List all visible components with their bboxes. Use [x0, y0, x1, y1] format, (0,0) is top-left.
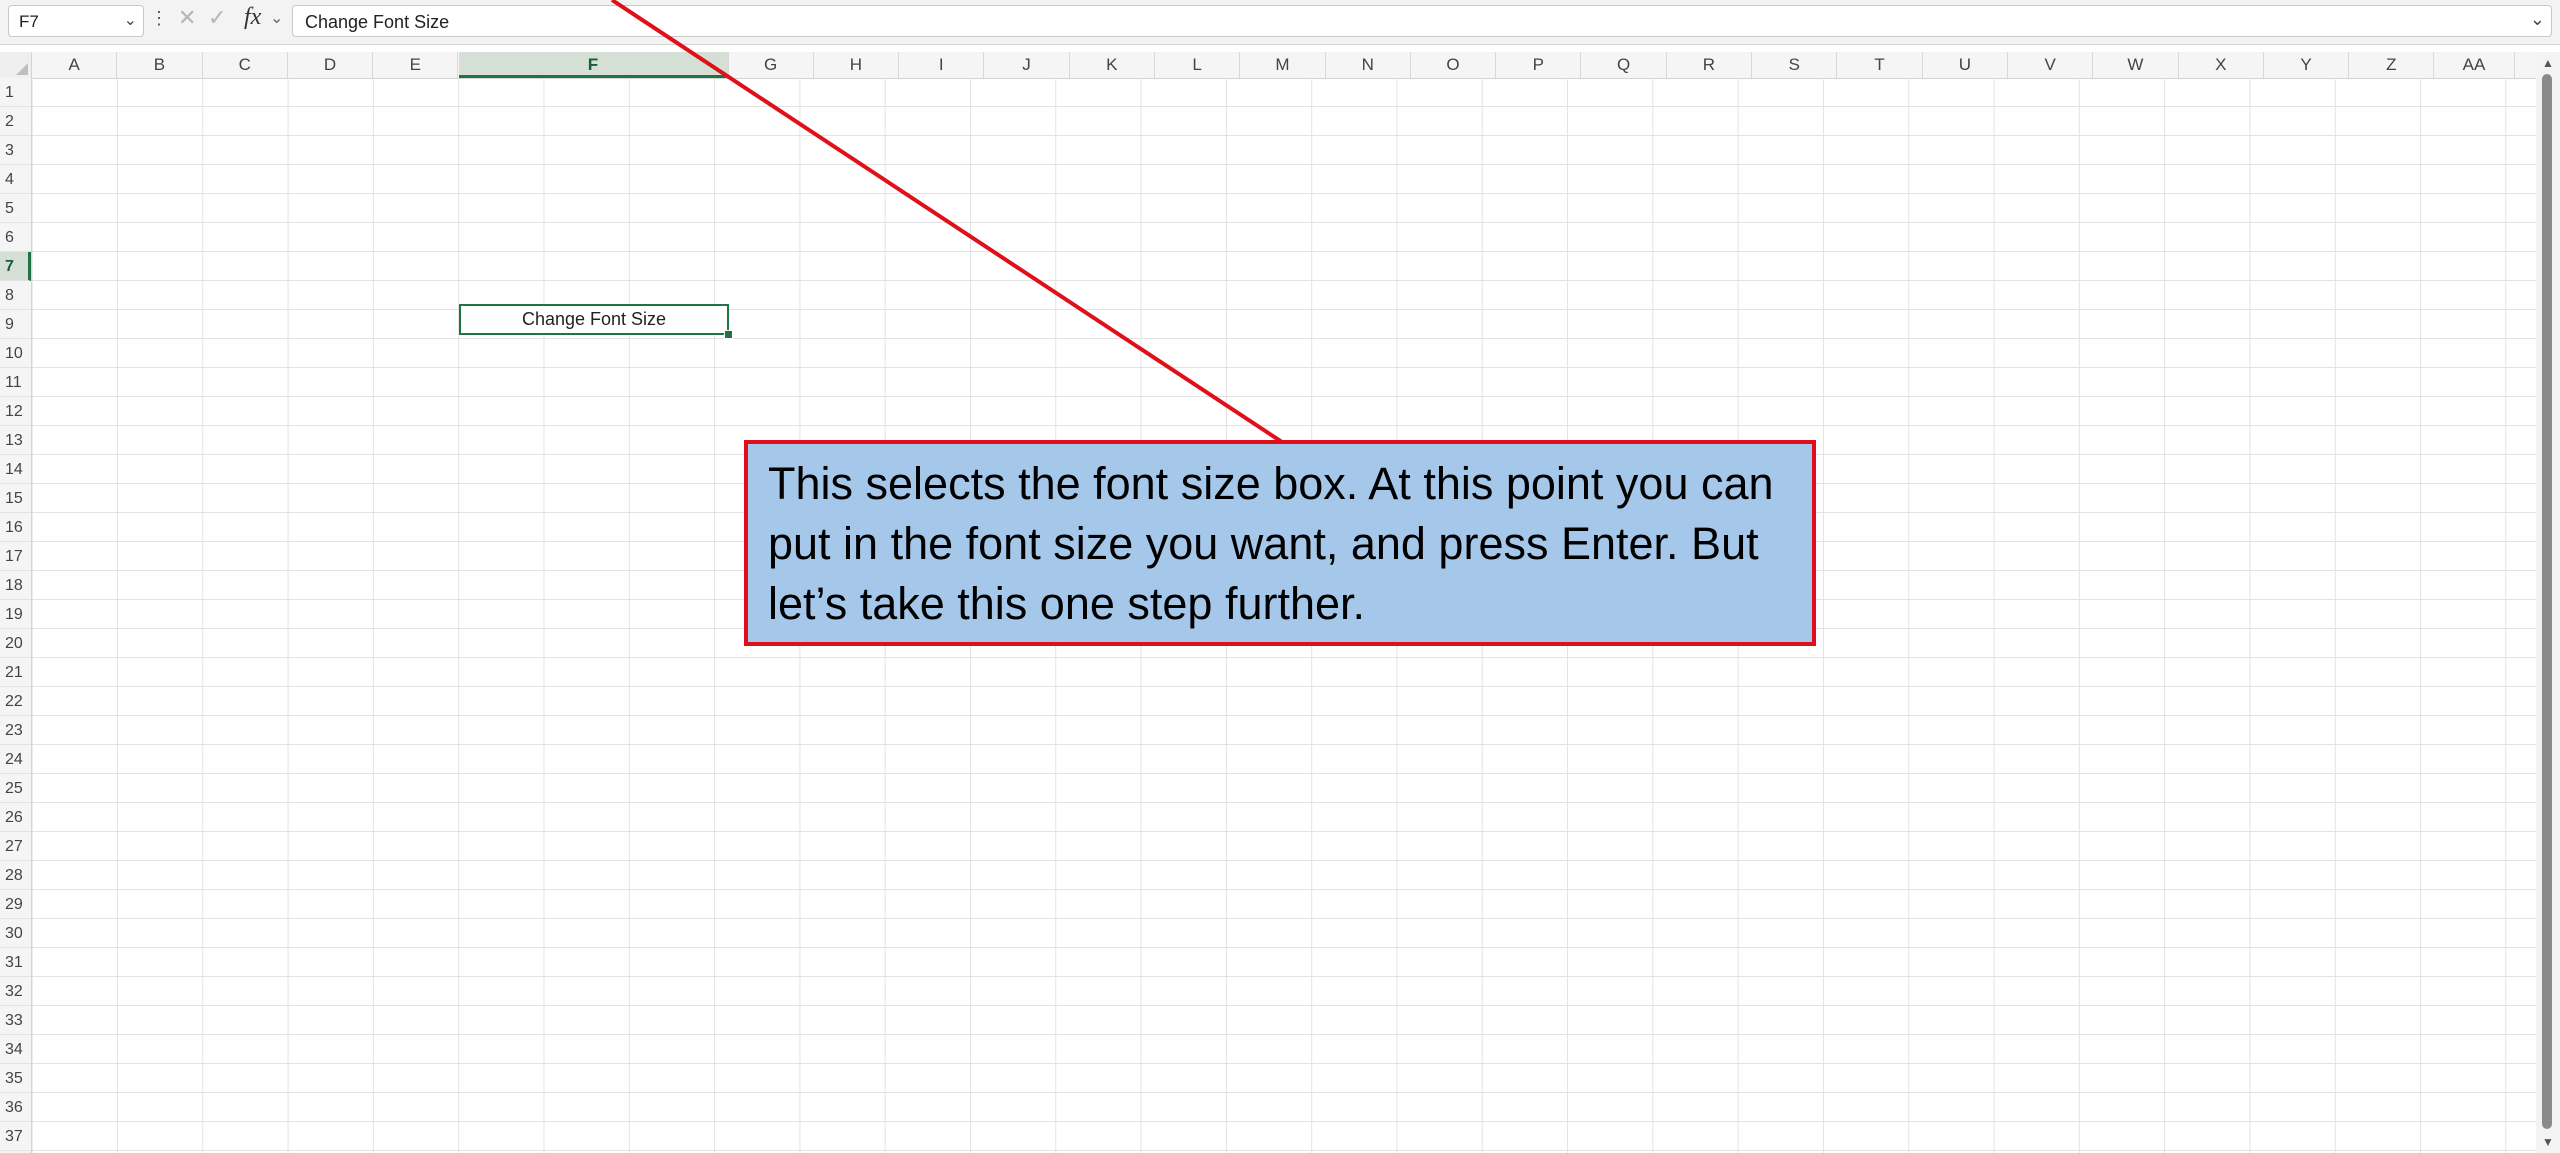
select-all-button[interactable] — [0, 52, 32, 78]
row-header-8[interactable]: 8 — [0, 281, 31, 310]
row-header-13[interactable]: 13 — [0, 426, 31, 455]
column-header-i[interactable]: I — [899, 52, 985, 78]
row-header-2[interactable]: 2 — [0, 107, 31, 136]
row-header-24[interactable]: 24 — [0, 745, 31, 774]
scroll-up-icon[interactable]: ▲ — [2542, 56, 2554, 70]
row-header-9[interactable]: 9 — [0, 310, 31, 339]
more-options-icon[interactable]: ⋮ — [150, 8, 168, 29]
row-header-37[interactable]: 37 — [0, 1122, 31, 1151]
row-header-28[interactable]: 28 — [0, 861, 31, 890]
column-header-m[interactable]: M — [1240, 52, 1326, 78]
formula-input-value: Change Font Size — [305, 12, 450, 32]
column-headers: A B C D E F G H I J K L M N O P Q R S T U V W X Y Z AA — [0, 52, 2536, 79]
column-header-e[interactable]: E — [373, 52, 459, 78]
row-header-19[interactable]: 19 — [0, 600, 31, 629]
scroll-down-icon[interactable]: ▼ — [2542, 1135, 2554, 1149]
row-header-10[interactable]: 10 — [0, 339, 31, 368]
row-header-27[interactable]: 27 — [0, 832, 31, 861]
row-header-23[interactable]: 23 — [0, 716, 31, 745]
row-header-25[interactable]: 25 — [0, 774, 31, 803]
formula-input[interactable]: Change Font Size ⌄ — [292, 5, 2552, 37]
row-header-26[interactable]: 26 — [0, 803, 31, 832]
instruction-callout: This selects the font size box. At this … — [744, 440, 1816, 646]
column-header-o[interactable]: O — [1411, 52, 1497, 78]
column-header-n[interactable]: N — [1326, 52, 1411, 78]
column-header-s[interactable]: S — [1752, 52, 1838, 78]
column-header-b[interactable]: B — [117, 52, 203, 78]
row-header-21[interactable]: 21 — [0, 658, 31, 687]
row-header-36[interactable]: 36 — [0, 1093, 31, 1122]
row-header-29[interactable]: 29 — [0, 890, 31, 919]
active-cell-f7[interactable]: Change Font Size — [459, 304, 729, 335]
column-header-c[interactable]: C — [203, 52, 288, 78]
column-header-h[interactable]: H — [814, 52, 900, 78]
column-header-f[interactable]: F — [458, 52, 729, 78]
column-header-q[interactable]: Q — [1582, 52, 1667, 78]
chevron-down-icon[interactable]: ⌄ — [270, 8, 283, 28]
column-header-g[interactable]: G — [729, 52, 814, 78]
fill-handle[interactable] — [724, 330, 733, 339]
row-header-22[interactable]: 22 — [0, 687, 31, 716]
row-header-7[interactable]: 7 — [0, 252, 31, 281]
column-header-k[interactable]: K — [1070, 52, 1155, 78]
row-header-5[interactable]: 5 — [0, 194, 31, 223]
row-header-33[interactable]: 33 — [0, 1006, 31, 1035]
vertical-scrollbar[interactable]: ▲ ▼ — [2536, 52, 2560, 1153]
row-header-16[interactable]: 16 — [0, 513, 31, 542]
row-header-12[interactable]: 12 — [0, 397, 31, 426]
row-header-3[interactable]: 3 — [0, 136, 31, 165]
row-header-18[interactable]: 18 — [0, 571, 31, 600]
insert-function-icon[interactable]: fx — [244, 4, 261, 31]
row-header-15[interactable]: 15 — [0, 484, 31, 513]
column-header-y[interactable]: Y — [2264, 52, 2350, 78]
row-headers: 1 2 3 4 5 6 7 8 9 10 11 12 13 14 15 16 17 18 19 20 21 22 23 24 2… — [0, 78, 32, 1153]
row-header-11[interactable]: 11 — [0, 368, 31, 397]
row-header-20[interactable]: 20 — [0, 629, 31, 658]
row-header-17[interactable]: 17 — [0, 542, 31, 571]
column-header-p[interactable]: P — [1496, 52, 1582, 78]
column-header-l[interactable]: L — [1155, 52, 1241, 78]
column-header-r[interactable]: R — [1667, 52, 1753, 78]
column-header-u[interactable]: U — [1923, 52, 2008, 78]
row-header-4[interactable]: 4 — [0, 165, 31, 194]
row-header-14[interactable]: 14 — [0, 455, 31, 484]
row-header-35[interactable]: 35 — [0, 1064, 31, 1093]
name-box[interactable]: F7 ⌄ — [8, 5, 144, 37]
formula-bar: F7 ⌄ ⋮ ✕ ✓ fx ⌄ Change Font Size ⌄ — [0, 0, 2560, 45]
cancel-icon[interactable]: ✕ — [178, 5, 196, 31]
row-header-1[interactable]: 1 — [0, 78, 31, 107]
row-header-34[interactable]: 34 — [0, 1035, 31, 1064]
column-header-a[interactable]: A — [32, 52, 118, 78]
column-header-z[interactable]: Z — [2349, 52, 2435, 78]
row-header-30[interactable]: 30 — [0, 919, 31, 948]
column-header-t[interactable]: T — [1837, 52, 1923, 78]
enter-icon[interactable]: ✓ — [208, 5, 226, 31]
row-header-31[interactable]: 31 — [0, 948, 31, 977]
column-header-d[interactable]: D — [288, 52, 374, 78]
row-header-6[interactable]: 6 — [0, 223, 31, 252]
scrollbar-thumb[interactable] — [2542, 74, 2552, 1129]
expand-formula-bar-icon[interactable]: ⌄ — [2530, 9, 2545, 30]
column-header-v[interactable]: V — [2008, 52, 2094, 78]
chevron-down-icon[interactable]: ⌄ — [124, 10, 137, 30]
column-header-x[interactable]: X — [2179, 52, 2264, 78]
column-header-w[interactable]: W — [2093, 52, 2179, 78]
row-header-32[interactable]: 32 — [0, 977, 31, 1006]
name-box-value: F7 — [19, 12, 39, 31]
column-header-j[interactable]: J — [984, 52, 1070, 78]
column-header-aa[interactable]: AA — [2435, 52, 2515, 78]
